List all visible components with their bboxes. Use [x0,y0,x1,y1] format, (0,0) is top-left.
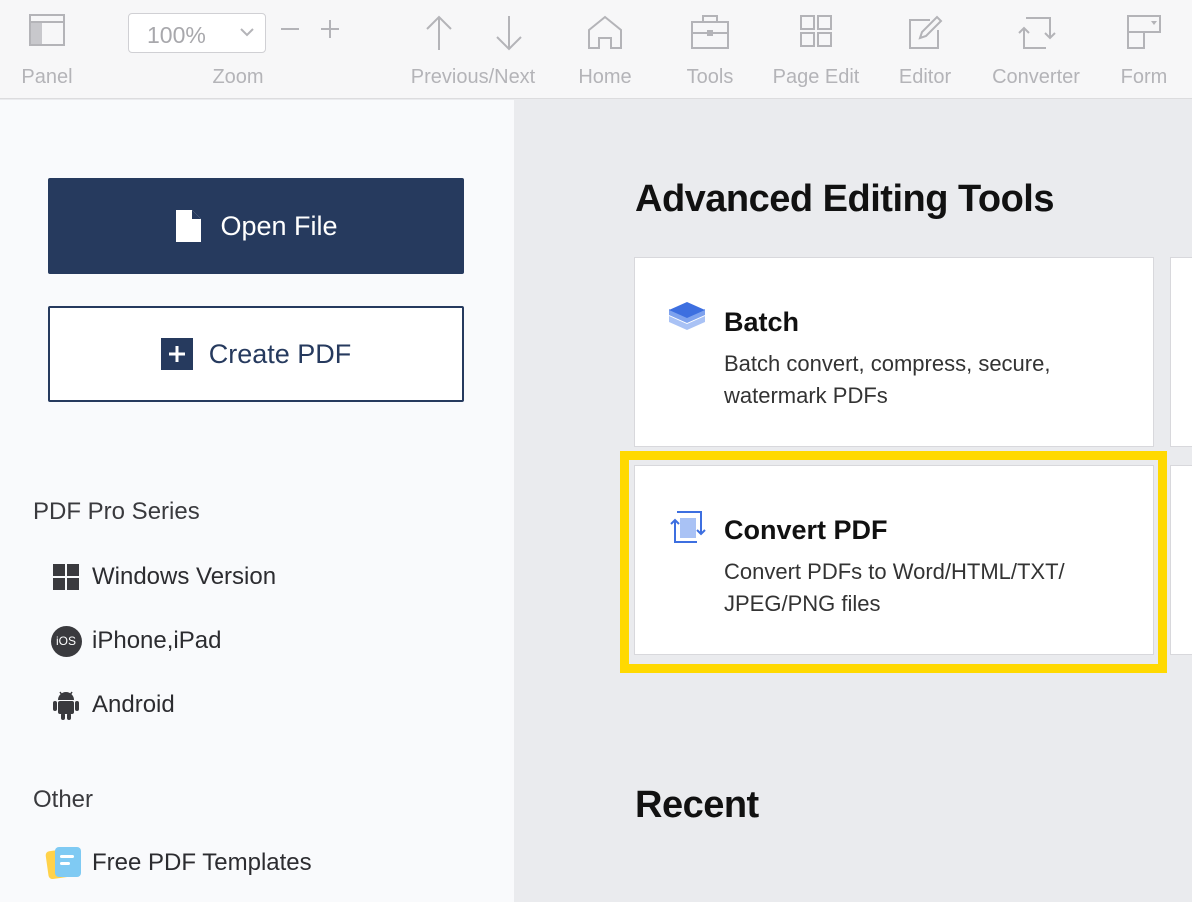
next-card-partial-2[interactable] [1170,465,1192,655]
templates-icon [44,847,84,880]
next-page-icon[interactable] [494,14,524,52]
free-pdf-templates-label: Free PDF Templates [92,849,312,876]
zoom-in-icon[interactable] [319,18,341,40]
prevnext-label: Previous/Next [410,66,536,88]
iphone-ipad-label: iPhone,iPad [92,627,222,654]
panel-button[interactable]: Panel [10,0,84,99]
zoom-out-icon[interactable] [279,18,301,40]
next-card-partial[interactable] [1170,257,1192,447]
edit-icon [909,15,943,49]
ios-badge: iOS [50,625,82,657]
windows-version-link[interactable]: Windows Version [50,560,276,594]
toolbox-icon [691,15,729,49]
windows-icon [50,561,82,593]
batch-card[interactable]: Batch Batch convert, compress, secure, w… [634,257,1154,447]
form-icon [1127,15,1161,49]
android-icon [50,689,82,721]
iphone-ipad-link[interactable]: iOS iPhone,iPad [50,624,221,658]
chevron-down-icon [240,28,254,37]
open-file-button[interactable]: Open File [48,178,464,274]
android-link[interactable]: Android [50,688,175,722]
batch-description: Batch convert, compress, secure, waterma… [724,351,1051,408]
file-icon [176,210,202,242]
converter-button[interactable]: Converter [980,0,1092,99]
sidebar: Open File Create PDF PDF Pro Series Wind… [0,100,514,902]
previous-page-icon[interactable] [424,14,454,52]
zoom-select[interactable]: 100% [128,13,266,53]
ios-icon: iOS [50,625,82,657]
editor-label: Editor [898,66,952,88]
recent-heading: Recent [635,784,759,826]
panel-label: Panel [21,66,73,88]
create-pdf-label: Create PDF [208,338,352,369]
panel-icon [29,14,65,46]
layers-icon [669,302,705,330]
convert-arrows-icon [1018,17,1056,49]
advanced-tools-heading: Advanced Editing Tools [635,178,1055,220]
main-toolbar: Panel 100% Zoom Previous/Next Home Tools… [0,0,1192,99]
page-grid-icon [800,15,832,47]
create-pdf-button[interactable]: Create PDF [48,306,464,402]
home-button[interactable]: Home [566,0,644,99]
converter-label: Converter [992,66,1080,88]
windows-version-label: Windows Version [92,563,277,590]
editor-button[interactable]: Editor [886,0,964,99]
open-file-label: Open File [220,210,338,241]
series-heading: PDF Pro Series [33,498,200,525]
home-label: Home [578,66,632,88]
form-label: Form [1120,66,1168,88]
highlight-frame [620,451,1167,673]
page-edit-label: Page Edit [772,66,860,88]
batch-title: Batch [724,307,800,337]
free-pdf-templates-link[interactable]: Free PDF Templates [44,846,312,880]
form-button[interactable]: Form [1108,0,1180,99]
zoom-label: Zoom [212,66,264,88]
tools-button[interactable]: Tools [672,0,748,99]
page-edit-button[interactable]: Page Edit [762,0,870,99]
home-icon [588,15,622,49]
other-heading: Other [33,786,94,813]
plus-icon [160,338,193,370]
zoom-value: 100% [147,22,206,48]
android-label: Android [92,691,175,718]
tools-label: Tools [686,66,734,88]
